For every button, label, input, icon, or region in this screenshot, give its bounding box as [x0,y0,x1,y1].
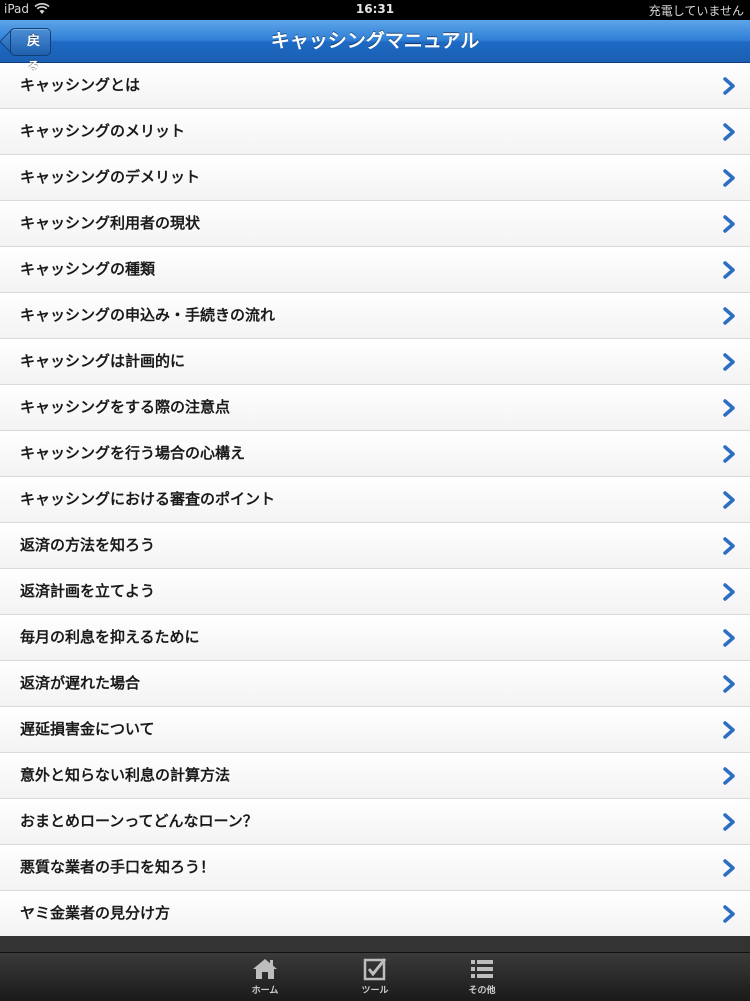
chevron-right-icon [723,307,735,325]
checkbox-icon [363,958,387,981]
chevron-right-icon [723,537,735,555]
list-item[interactable]: キャッシングの申込み・手続きの流れ [0,293,750,339]
home-icon [253,959,277,979]
list-item-label: 毎月の利息を抑えるために [20,628,200,646]
list-item-label: 返済が遅れた場合 [20,674,141,692]
chevron-right-icon [723,353,735,371]
list-item[interactable]: 悪質な業者の手口を知ろう！ [0,845,750,891]
list-item-label: 悪質な業者の手口を知ろう！ [20,858,216,876]
chevron-right-icon [723,261,735,279]
list-item-label: キャッシングのデメリット [20,168,201,186]
list-item-label: キャッシングにおける審査のポイント [20,490,276,508]
chevron-right-icon [723,721,735,739]
status-time: 16:31 [355,2,395,16]
list-item[interactable]: 返済が遅れた場合 [0,661,750,707]
list-item[interactable]: 毎月の利息を抑えるために [0,615,750,661]
tab-other-label: その他 [468,986,496,996]
list-item-label: ヤミ金業者の見分け方 [20,904,171,922]
chevron-right-icon [723,813,735,831]
list-item[interactable]: キャッシングのデメリット [0,155,750,201]
list-item[interactable]: キャッシング利用者の現状 [0,201,750,247]
chevron-right-icon [723,123,735,141]
chevron-right-icon [723,583,735,601]
chevron-right-icon [723,445,735,463]
list-item-label: 返済計画を立てよう [20,582,156,600]
list-item[interactable]: キャッシングにおける審査のポイント [0,477,750,523]
list-item[interactable]: キャッシングとは [0,63,750,109]
list-item[interactable]: キャッシングの種類 [0,247,750,293]
list-item-label: キャッシングは計画的に [20,352,186,370]
menu-list: キャッシングとはキャッシングのメリット キャッシングのデメリット キャッシング利用者… [0,63,750,937]
list-item[interactable]: ヤミ金業者の見分け方 [0,891,750,937]
chevron-right-icon [723,491,735,509]
charging-status: 充電していません [648,4,744,18]
chevron-right-icon [723,215,735,233]
list-item[interactable]: 遅延損害金について [0,707,750,753]
list-item-label: キャッシングを行う場合の心構え [20,444,246,462]
list-item[interactable]: キャッシングをする際の注意点 [0,385,750,431]
list-item-label: 遅延損害金について [20,720,155,738]
chevron-right-icon [723,77,735,95]
chevron-right-icon [723,767,735,785]
status-bar: iPad 16:31 充電していません [0,0,750,20]
list-item-label: 意外と知らない利息の計算方法 [20,766,231,784]
chevron-right-icon [723,399,735,417]
list-item-label: キャッシングの申込み・手続きの流れ [20,306,276,324]
list-item[interactable]: キャッシングのメリット [0,109,750,155]
list-item-label: キャッシング利用者の現状 [20,214,201,232]
chevron-right-icon [723,675,735,693]
tab-bar: ホーム ツール その他 [0,952,750,1001]
list-item-label: キャッシングのメリット [20,122,186,140]
list-item[interactable]: キャッシングは計画的に [0,339,750,385]
chevron-right-icon [723,905,735,923]
list-icon [471,960,493,978]
list-item[interactable]: 返済計画を立てよう [0,569,750,615]
list-item[interactable]: 意外と知らない利息の計算方法 [0,753,750,799]
list-item-label: おまとめローンってどんなローン？ [20,812,258,830]
chevron-right-icon [723,169,735,187]
navigation-bar: キャッシングマニュアル 戻る [0,20,750,75]
list-item[interactable]: 返済の方法を知ろう [0,523,750,569]
list-item-label: キャッシングをする際の注意点 [20,398,231,416]
list-item-label: 返済の方法を知ろう [20,536,156,554]
list-bottom-shadow [0,936,750,952]
list-item[interactable]: キャッシングを行う場合の心構え [0,431,750,477]
chevron-right-icon [723,629,735,647]
page-title: キャッシングマニュアル [270,30,480,52]
list-item-label: キャッシングの種類 [20,260,156,278]
tab-home-label: ホーム [251,986,279,996]
back-button[interactable]: 戻る [10,28,52,75]
list-item[interactable]: おまとめローンってどんなローン？ [0,799,750,845]
tab-tools[interactable]: ツール [345,956,405,1000]
tab-tools-label: ツール [361,986,389,996]
chevron-right-icon [723,859,735,877]
tab-home[interactable]: ホーム [235,956,295,1000]
tab-other[interactable]: その他 [452,956,512,1000]
